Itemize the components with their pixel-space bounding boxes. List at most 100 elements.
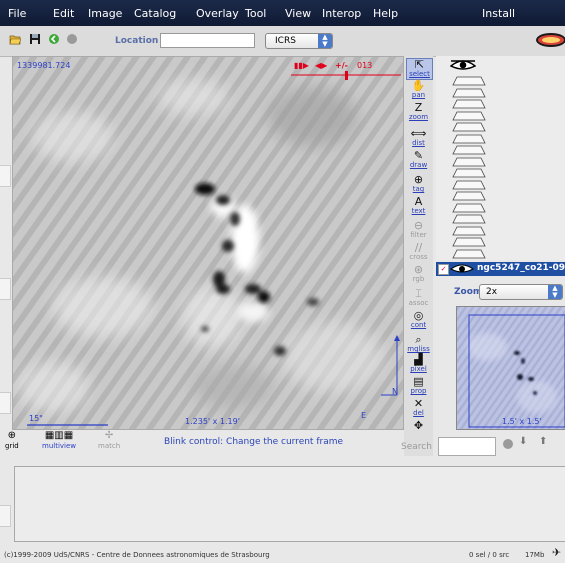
tool-del-button[interactable]: ✕ del	[406, 398, 431, 418]
empty-plane-icon[interactable]	[452, 168, 486, 178]
empty-plane-icon[interactable]	[452, 237, 486, 247]
stop-icon[interactable]	[66, 33, 78, 45]
tool-mgliss-label: mgliss	[407, 345, 430, 353]
blink-range-label: +/-	[335, 61, 348, 70]
layer-visibility-checkbox[interactable]: ✓	[438, 264, 449, 275]
field-size-label: 1.235' x 1.19'	[185, 417, 240, 426]
menu-interop[interactable]: Interop	[322, 7, 361, 20]
empty-plane-icon[interactable]	[452, 134, 486, 144]
menu-tool[interactable]: Tool	[245, 7, 266, 20]
image-view[interactable]: 1339981.724 ▮▮▶ ◀▶ +/- 013 15" 1.235' x …	[12, 56, 404, 430]
blink-play-icon[interactable]: ▮▮▶	[294, 61, 309, 70]
search-input[interactable]	[438, 437, 496, 456]
tool-select-button[interactable]: ⇱ select	[406, 58, 433, 80]
empty-plane-icon[interactable]	[452, 99, 486, 109]
tool-tag-button[interactable]: ⊕ tag	[406, 174, 431, 194]
empty-plane-icon[interactable]	[452, 111, 486, 121]
status-bar: (c)1999-2009 UdS/CNRS - Centre de Donnee…	[0, 544, 565, 563]
menu-image[interactable]: Image	[88, 7, 122, 20]
zoom-row: Zoom 2x ▲ ▼	[436, 282, 565, 304]
layer-row-selected[interactable]: ✓ ngc5247_co21-09	[436, 262, 565, 276]
frame-id-label: 1339981.724	[17, 61, 71, 70]
empty-plane-icon[interactable]	[452, 249, 486, 259]
tool-text-label: text	[411, 207, 426, 215]
tool-cross-label: cross	[409, 253, 428, 261]
zoom-select[interactable]: 2x ▲ ▼	[479, 284, 563, 300]
search-label: Search	[401, 442, 432, 452]
location-input[interactable]	[160, 33, 255, 48]
empty-plane-icon[interactable]	[452, 191, 486, 201]
match-label: match	[98, 442, 121, 450]
tool-cont-label: cont	[410, 321, 427, 329]
empty-plane-icon[interactable]	[452, 214, 486, 224]
status-message: Blink control: Change the current frame	[164, 437, 344, 447]
menu-view[interactable]: View	[285, 7, 311, 20]
menu-help[interactable]: Help	[373, 7, 398, 20]
empty-plane-icon[interactable]	[452, 76, 486, 86]
tool-draw-button[interactable]: ✎ draw	[406, 150, 431, 170]
tool-del-label: del	[413, 409, 424, 417]
empty-plane-icon[interactable]	[452, 180, 486, 190]
toolbar: Location ICRS ▲ ▼	[0, 26, 565, 57]
tool-cont-button[interactable]: ◎ cont	[406, 310, 431, 330]
empty-plane-icon[interactable]	[452, 145, 486, 155]
tool-rgb-button: ⊛ rgb	[406, 264, 431, 284]
search-previous-icon[interactable]: ⬆	[539, 436, 547, 447]
layer-eye-icon	[450, 264, 474, 273]
menu-overlay[interactable]: Overlay	[196, 7, 239, 20]
multiview-button[interactable]: ▦▥▦ multiview	[42, 430, 76, 450]
zoom-thumbnail[interactable]: 1.5' x 1.5'	[456, 306, 565, 430]
match-button[interactable]: ✢ match	[98, 430, 120, 450]
move-icon[interactable]: ✥	[406, 420, 431, 440]
menu-bar: File Edit Image Catalog Overlay Tool Vie…	[0, 0, 565, 26]
radio-map-image	[13, 57, 403, 429]
view-tools: ⊕ grid ▦▥▦ multiview ✢ match	[0, 430, 140, 458]
tool-assoc-label: assoc	[408, 299, 429, 307]
tool-dist-label: dist	[412, 139, 425, 147]
back-icon[interactable]	[48, 33, 60, 45]
background-window-edge	[0, 165, 11, 187]
layer-stack	[436, 56, 565, 260]
tool-mgliss-button[interactable]: ⌕ mgliss	[406, 334, 431, 354]
location-label: Location	[115, 36, 159, 46]
tool-prop-button[interactable]: ▤ prop	[406, 376, 431, 396]
tool-pixel-button[interactable]: ▟ pixel	[406, 354, 431, 374]
install-button[interactable]: Install	[482, 7, 515, 20]
search-clear-icon[interactable]	[503, 439, 513, 449]
open-folder-icon[interactable]	[9, 33, 21, 45]
activity-icon: ✈	[552, 546, 562, 559]
menu-file[interactable]: File	[8, 7, 26, 20]
selection-count: 0 sel / 0 src	[469, 551, 510, 559]
tool-dist-button[interactable]: ⟺ dist	[406, 128, 431, 148]
empty-plane-icon[interactable]	[452, 88, 486, 98]
coordinate-frame-select[interactable]: ICRS ▲ ▼	[265, 33, 333, 49]
grid-label: grid	[5, 442, 19, 450]
select-stepper-icon: ▲ ▼	[318, 34, 332, 48]
empty-plane-icon[interactable]	[452, 122, 486, 132]
tool-prop-label: prop	[410, 387, 427, 395]
save-icon[interactable]	[29, 33, 41, 45]
background-window-edge	[0, 505, 11, 527]
empty-plane-icon[interactable]	[452, 226, 486, 236]
tool-zoom-button[interactable]: Zzoom	[406, 102, 431, 122]
tool-pan-button[interactable]: ✋ pan	[406, 80, 431, 100]
multiview-label: multiview	[42, 442, 77, 450]
coordinate-frame-value: ICRS	[275, 36, 296, 46]
tool-text-button[interactable]: Atext	[406, 196, 431, 216]
menu-edit[interactable]: Edit	[53, 7, 74, 20]
search-next-icon[interactable]: ⬇	[519, 436, 527, 447]
tool-pan-label: pan	[411, 91, 426, 99]
tool-filter-button: ⊖ filter	[406, 220, 431, 240]
tool-filter-label: filter	[410, 231, 427, 239]
empty-plane-icon[interactable]	[452, 157, 486, 167]
blink-step-icon[interactable]: ◀▶	[315, 61, 327, 70]
eye-icon[interactable]	[450, 58, 476, 72]
console-panel[interactable]	[14, 466, 565, 542]
tool-draw-label: draw	[409, 161, 428, 169]
menu-catalog[interactable]: Catalog	[134, 7, 176, 20]
tool-select-label: select	[409, 70, 430, 78]
empty-plane-icon[interactable]	[452, 203, 486, 213]
tool-cross-button: ∕∕ cross	[406, 242, 431, 262]
zoom-stepper-icon: ▲ ▼	[548, 285, 562, 299]
grid-button[interactable]: ⊕ grid	[5, 430, 19, 450]
